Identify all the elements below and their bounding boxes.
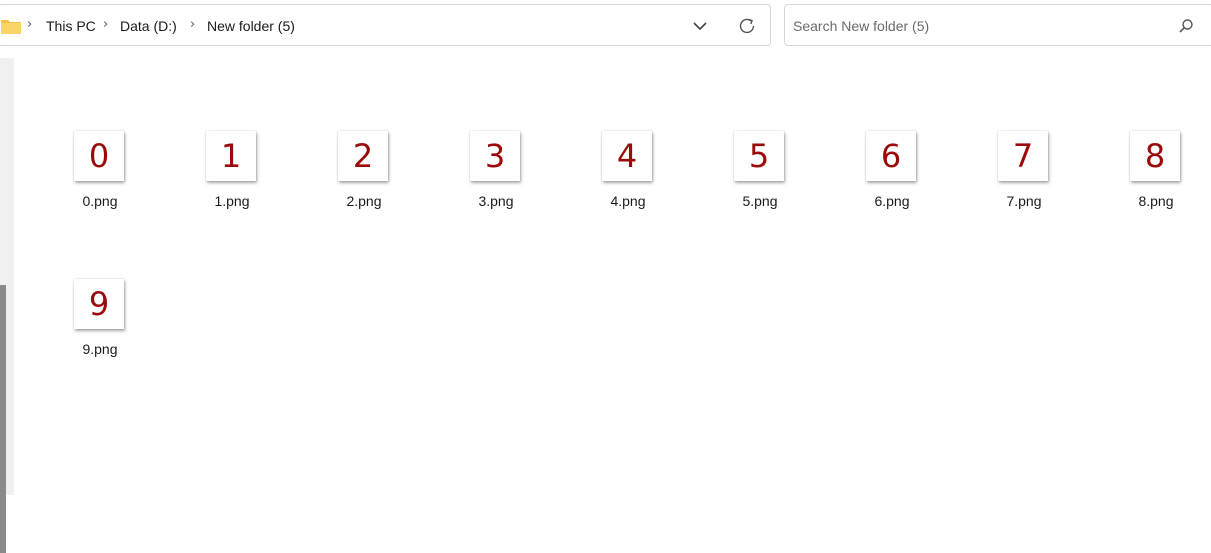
chevron-down-icon[interactable]: [689, 15, 711, 37]
file-name: 3.png: [478, 193, 514, 209]
file-item[interactable]: 3 3.png: [446, 131, 546, 231]
thumbnail-digit: 3: [484, 137, 506, 175]
image-thumbnail: 6: [866, 131, 916, 181]
file-item[interactable]: 2 2.png: [314, 131, 414, 231]
thumbnail-digit: 9: [88, 285, 110, 323]
image-thumbnail: 1: [206, 131, 256, 181]
breadcrumb-separator: ›: [190, 17, 196, 32]
breadcrumb-separator: ›: [27, 17, 33, 32]
file-view: 0 0.png 1 1.png 2 2.png 3 3.png 4 4.png …: [14, 58, 1211, 495]
navigation-pane: [0, 58, 14, 553]
file-item[interactable]: 8 8.png: [1106, 131, 1206, 231]
breadcrumb-item-this-pc[interactable]: This PC: [46, 18, 96, 34]
file-name: 4.png: [610, 193, 646, 209]
image-thumbnail: 9: [74, 279, 124, 329]
image-thumbnail: 3: [470, 131, 520, 181]
image-thumbnail: 7: [998, 131, 1048, 181]
file-item[interactable]: 4 4.png: [578, 131, 678, 231]
scrollbar-thumb[interactable]: [0, 285, 6, 553]
file-item[interactable]: 9 9.png: [50, 279, 150, 379]
file-name: 1.png: [214, 193, 250, 209]
file-name: 9.png: [82, 341, 118, 357]
image-thumbnail: 0: [74, 131, 124, 181]
file-name: 7.png: [1006, 193, 1042, 209]
address-bar[interactable]: › This PC › Data (D:) › New folder (5): [0, 4, 771, 46]
file-item[interactable]: 1 1.png: [182, 131, 282, 231]
file-name: 8.png: [1138, 193, 1174, 209]
toolbar: › This PC › Data (D:) › New folder (5): [0, 0, 1211, 58]
thumbnail-digit: 6: [880, 137, 902, 175]
file-item[interactable]: 6 6.png: [842, 131, 942, 231]
thumbnail-digit: 1: [220, 137, 242, 175]
file-item[interactable]: 5 5.png: [710, 131, 810, 231]
thumbnail-digit: 2: [352, 137, 374, 175]
file-name: 0.png: [82, 193, 118, 209]
thumbnail-digit: 0: [88, 137, 110, 175]
search-input[interactable]: [793, 16, 1163, 36]
breadcrumb-item-new-folder-5[interactable]: New folder (5): [207, 18, 295, 34]
refresh-icon[interactable]: [736, 15, 758, 37]
search-icon[interactable]: [1178, 18, 1194, 34]
breadcrumb-item-data-d[interactable]: Data (D:): [120, 18, 177, 34]
thumbnail-digit: 7: [1012, 137, 1034, 175]
image-thumbnail: 4: [602, 131, 652, 181]
file-name: 2.png: [346, 193, 382, 209]
thumbnail-digit: 5: [748, 137, 770, 175]
file-name: 6.png: [874, 193, 910, 209]
breadcrumb-separator: ›: [103, 17, 109, 32]
file-name: 5.png: [742, 193, 778, 209]
file-item[interactable]: 0 0.png: [50, 131, 150, 231]
image-thumbnail: 5: [734, 131, 784, 181]
search-box[interactable]: [784, 4, 1211, 46]
thumbnail-digit: 8: [1144, 137, 1166, 175]
image-thumbnail: 8: [1130, 131, 1180, 181]
thumbnail-digit: 4: [616, 137, 638, 175]
image-thumbnail: 2: [338, 131, 388, 181]
file-item[interactable]: 7 7.png: [974, 131, 1074, 231]
folder-icon: [1, 20, 21, 34]
